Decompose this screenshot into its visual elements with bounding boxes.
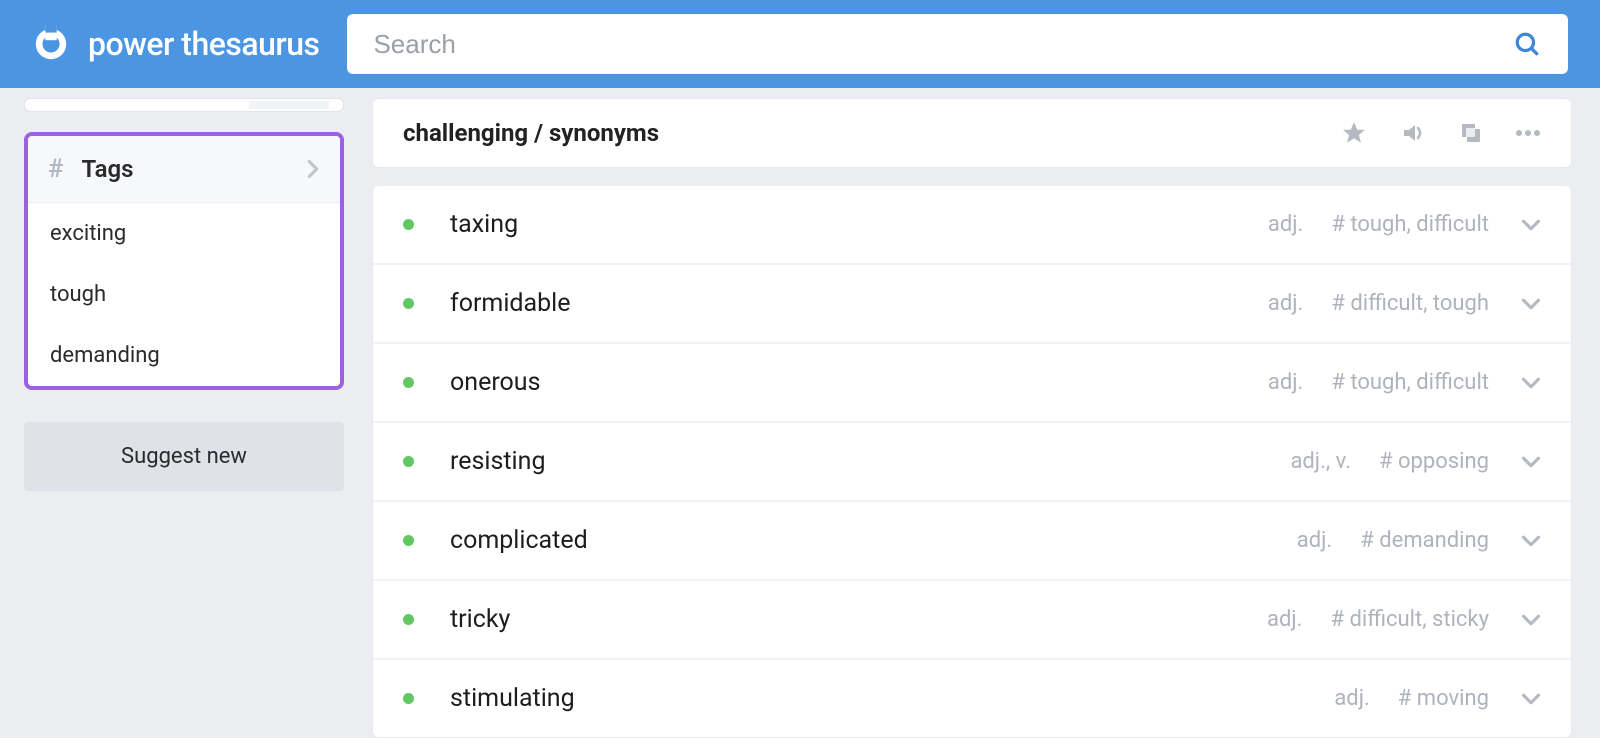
result-tags[interactable]: # tough, difficult bbox=[1331, 212, 1489, 237]
page-title: challenging / synonyms bbox=[403, 119, 1341, 147]
result-row: onerous adj. # tough, difficult bbox=[373, 342, 1571, 421]
copy-icon[interactable] bbox=[1459, 121, 1483, 145]
status-dot-icon bbox=[403, 298, 414, 309]
tag-item[interactable]: tough bbox=[28, 264, 340, 325]
result-tags[interactable]: # difficult, sticky bbox=[1331, 607, 1490, 632]
result-row: stimulating adj. # moving bbox=[373, 658, 1571, 737]
status-dot-icon bbox=[403, 377, 414, 388]
result-tags[interactable]: # moving bbox=[1398, 686, 1489, 711]
page-title-bar: challenging / synonyms bbox=[372, 98, 1572, 168]
sidebar-placeholder-card bbox=[24, 98, 344, 112]
title-actions bbox=[1341, 120, 1541, 146]
result-tags[interactable]: # opposing bbox=[1379, 449, 1489, 474]
chevron-down-icon[interactable] bbox=[1521, 613, 1541, 627]
tags-title: Tags bbox=[82, 155, 306, 183]
result-tags[interactable]: # demanding bbox=[1360, 528, 1489, 553]
tag-item[interactable]: demanding bbox=[28, 325, 340, 386]
main-content: challenging / synonyms taxin bbox=[362, 88, 1600, 738]
result-pos: adj. bbox=[1297, 528, 1332, 553]
tags-panel: # Tags exciting tough demanding bbox=[24, 132, 344, 390]
search-input[interactable] bbox=[373, 29, 1512, 60]
result-tags[interactable]: # tough, difficult bbox=[1331, 370, 1489, 395]
status-dot-icon bbox=[403, 456, 414, 467]
result-word[interactable]: onerous bbox=[450, 368, 1268, 397]
chevron-down-icon[interactable] bbox=[1521, 376, 1541, 390]
result-word[interactable]: complicated bbox=[450, 526, 1297, 555]
status-dot-icon bbox=[403, 535, 414, 546]
result-word[interactable]: tricky bbox=[450, 605, 1267, 634]
status-dot-icon bbox=[403, 219, 414, 230]
more-icon[interactable] bbox=[1515, 129, 1541, 137]
brand-area[interactable]: power thesaurus bbox=[32, 25, 319, 63]
results-list: taxing adj. # tough, difficult formidabl… bbox=[372, 186, 1572, 738]
star-icon[interactable] bbox=[1341, 120, 1367, 146]
brand-name: power thesaurus bbox=[88, 25, 319, 63]
search-box[interactable] bbox=[347, 14, 1568, 74]
result-row: tricky adj. # difficult, sticky bbox=[373, 579, 1571, 658]
result-row: resisting adj., v. # opposing bbox=[373, 421, 1571, 500]
chevron-down-icon[interactable] bbox=[1521, 297, 1541, 311]
result-row: complicated adj. # demanding bbox=[373, 500, 1571, 579]
chevron-down-icon[interactable] bbox=[1521, 692, 1541, 706]
result-pos: adj. bbox=[1268, 291, 1303, 316]
sidebar: # Tags exciting tough demanding Suggest … bbox=[0, 88, 362, 738]
chevron-down-icon[interactable] bbox=[1521, 455, 1541, 469]
result-tags[interactable]: # difficult, tough bbox=[1331, 291, 1489, 316]
result-word[interactable]: formidable bbox=[450, 289, 1268, 318]
tag-item[interactable]: exciting bbox=[28, 203, 340, 264]
chevron-right-icon bbox=[306, 159, 320, 179]
result-word[interactable]: resisting bbox=[450, 447, 1290, 476]
brand-logo-icon bbox=[32, 25, 70, 63]
speaker-icon[interactable] bbox=[1399, 121, 1427, 145]
search-icon[interactable] bbox=[1512, 29, 1542, 59]
suggest-new-button[interactable]: Suggest new bbox=[24, 422, 344, 491]
result-pos: adj. bbox=[1268, 212, 1303, 237]
result-pos: adj. bbox=[1267, 607, 1302, 632]
status-dot-icon bbox=[403, 693, 414, 704]
result-row: taxing adj. # tough, difficult bbox=[373, 186, 1571, 263]
hash-icon: # bbox=[48, 154, 64, 184]
result-pos: adj. bbox=[1334, 686, 1369, 711]
tags-header[interactable]: # Tags bbox=[28, 136, 340, 203]
chevron-down-icon[interactable] bbox=[1521, 534, 1541, 548]
result-row: formidable adj. # difficult, tough bbox=[373, 263, 1571, 342]
result-pos: adj., v. bbox=[1290, 449, 1351, 474]
result-pos: adj. bbox=[1268, 370, 1303, 395]
result-word[interactable]: stimulating bbox=[450, 684, 1334, 713]
status-dot-icon bbox=[403, 614, 414, 625]
result-word[interactable]: taxing bbox=[450, 210, 1268, 239]
app-header: power thesaurus bbox=[0, 0, 1600, 88]
chevron-down-icon[interactable] bbox=[1521, 218, 1541, 232]
